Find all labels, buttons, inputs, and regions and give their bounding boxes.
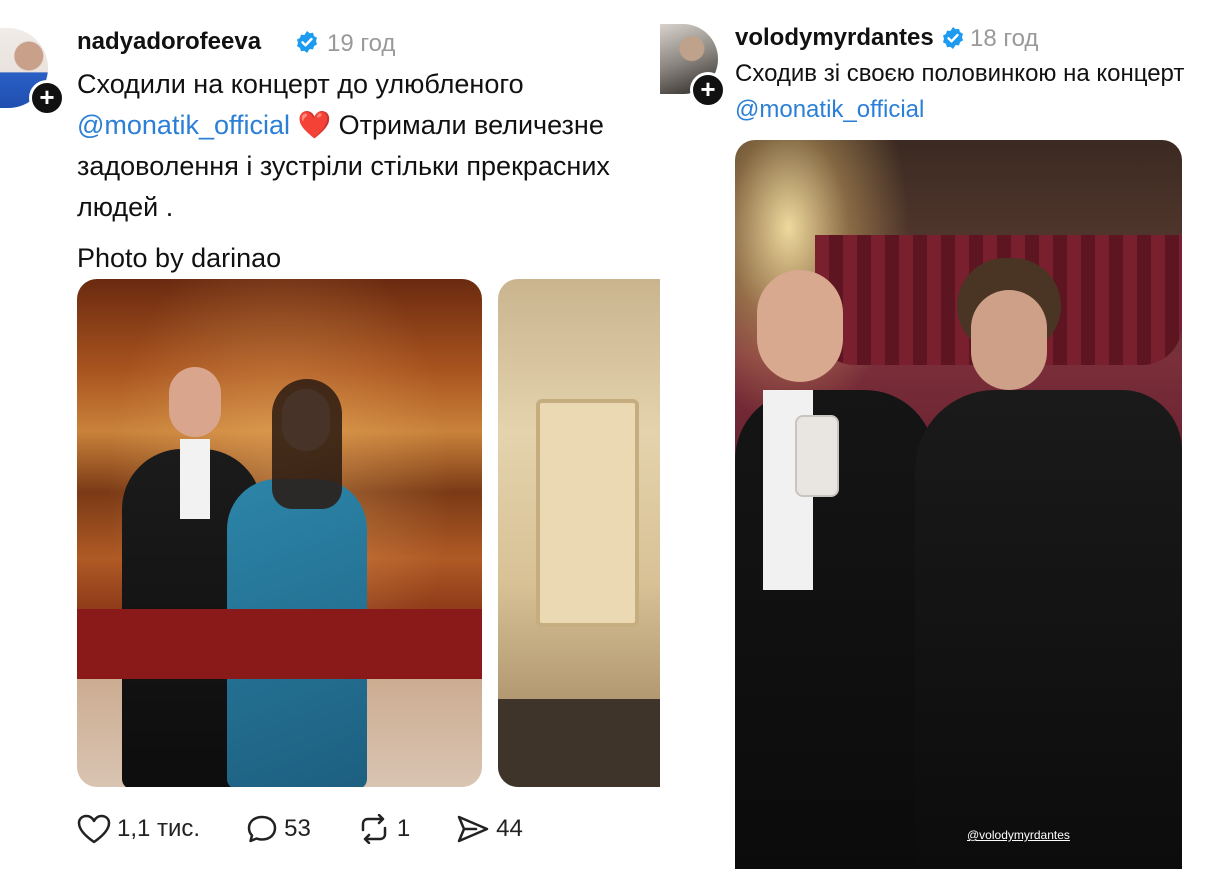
left-text-line1: Сходили на концерт до улюбленого <box>77 69 524 99</box>
comment-icon <box>247 815 277 843</box>
left-follow-plus-icon[interactable]: + <box>29 80 65 116</box>
share-icon <box>457 815 489 843</box>
photo-woman-hair <box>272 379 342 509</box>
left-mention-link[interactable]: @monatik_official <box>77 110 290 140</box>
left-timestamp: 19 год <box>327 30 396 57</box>
left-photo-1[interactable] <box>77 279 482 787</box>
right-mention-link[interactable]: @monatik_official <box>735 92 1225 128</box>
comment-count: 53 <box>284 815 311 842</box>
share-button[interactable]: 44 <box>456 814 523 844</box>
story-man-right-head <box>971 290 1047 390</box>
left-post-text: Сходили на концерт до улюбленого @monati… <box>77 64 667 279</box>
repost-button[interactable]: 1 <box>357 814 410 844</box>
photo2-door <box>536 399 639 627</box>
like-button[interactable]: 1,1 тис. <box>77 814 200 844</box>
right-timestamp: 18 год <box>970 25 1039 52</box>
story-watermark: @volodymyrdantes <box>967 828 1070 842</box>
right-photo[interactable]: @volodymyrdantes <box>735 140 1182 869</box>
photo-man-head <box>169 367 221 437</box>
photo2-floor <box>498 699 660 787</box>
left-photo-credit: Photo by darinao <box>77 243 282 273</box>
photo-balcony <box>77 609 482 679</box>
story-man-right-body <box>915 390 1182 869</box>
left-actions-bar: 1,1 тис. 53 1 44 <box>77 814 569 844</box>
right-username[interactable]: volodymyrdantes <box>735 24 934 52</box>
right-verified-badge-icon <box>943 27 963 49</box>
share-count: 44 <box>496 815 523 842</box>
heart-emoji-icon: ❤️ <box>297 110 332 140</box>
story-man-left-head <box>757 270 843 382</box>
like-count: 1,1 тис. <box>117 815 201 842</box>
photo-man-shirt <box>180 439 210 519</box>
left-verified-badge-icon <box>297 31 317 53</box>
right-follow-plus-icon[interactable]: + <box>690 72 726 108</box>
left-text-line2: @monatik_official ❤️ Отримали величезне <box>77 105 667 146</box>
left-text-line2-rest: Отримали величезне <box>338 110 604 140</box>
left-text-line4: людей . <box>77 192 174 222</box>
heart-icon <box>77 814 111 844</box>
story-phone <box>795 415 839 497</box>
comment-button[interactable]: 53 <box>246 814 311 844</box>
repost-count: 1 <box>396 815 411 842</box>
left-photo-2[interactable] <box>498 279 660 787</box>
repost-icon <box>361 814 387 844</box>
right-text-line1: Сходив зі своєю половинкою на концерт <box>735 60 1185 87</box>
left-username[interactable]: nadyadorofeeva <box>77 28 261 56</box>
left-text-line3: задоволення і зустріли стільки прекрасни… <box>77 151 610 181</box>
right-post-text: Сходив зі своєю половинкою на концерт @m… <box>735 56 1225 128</box>
